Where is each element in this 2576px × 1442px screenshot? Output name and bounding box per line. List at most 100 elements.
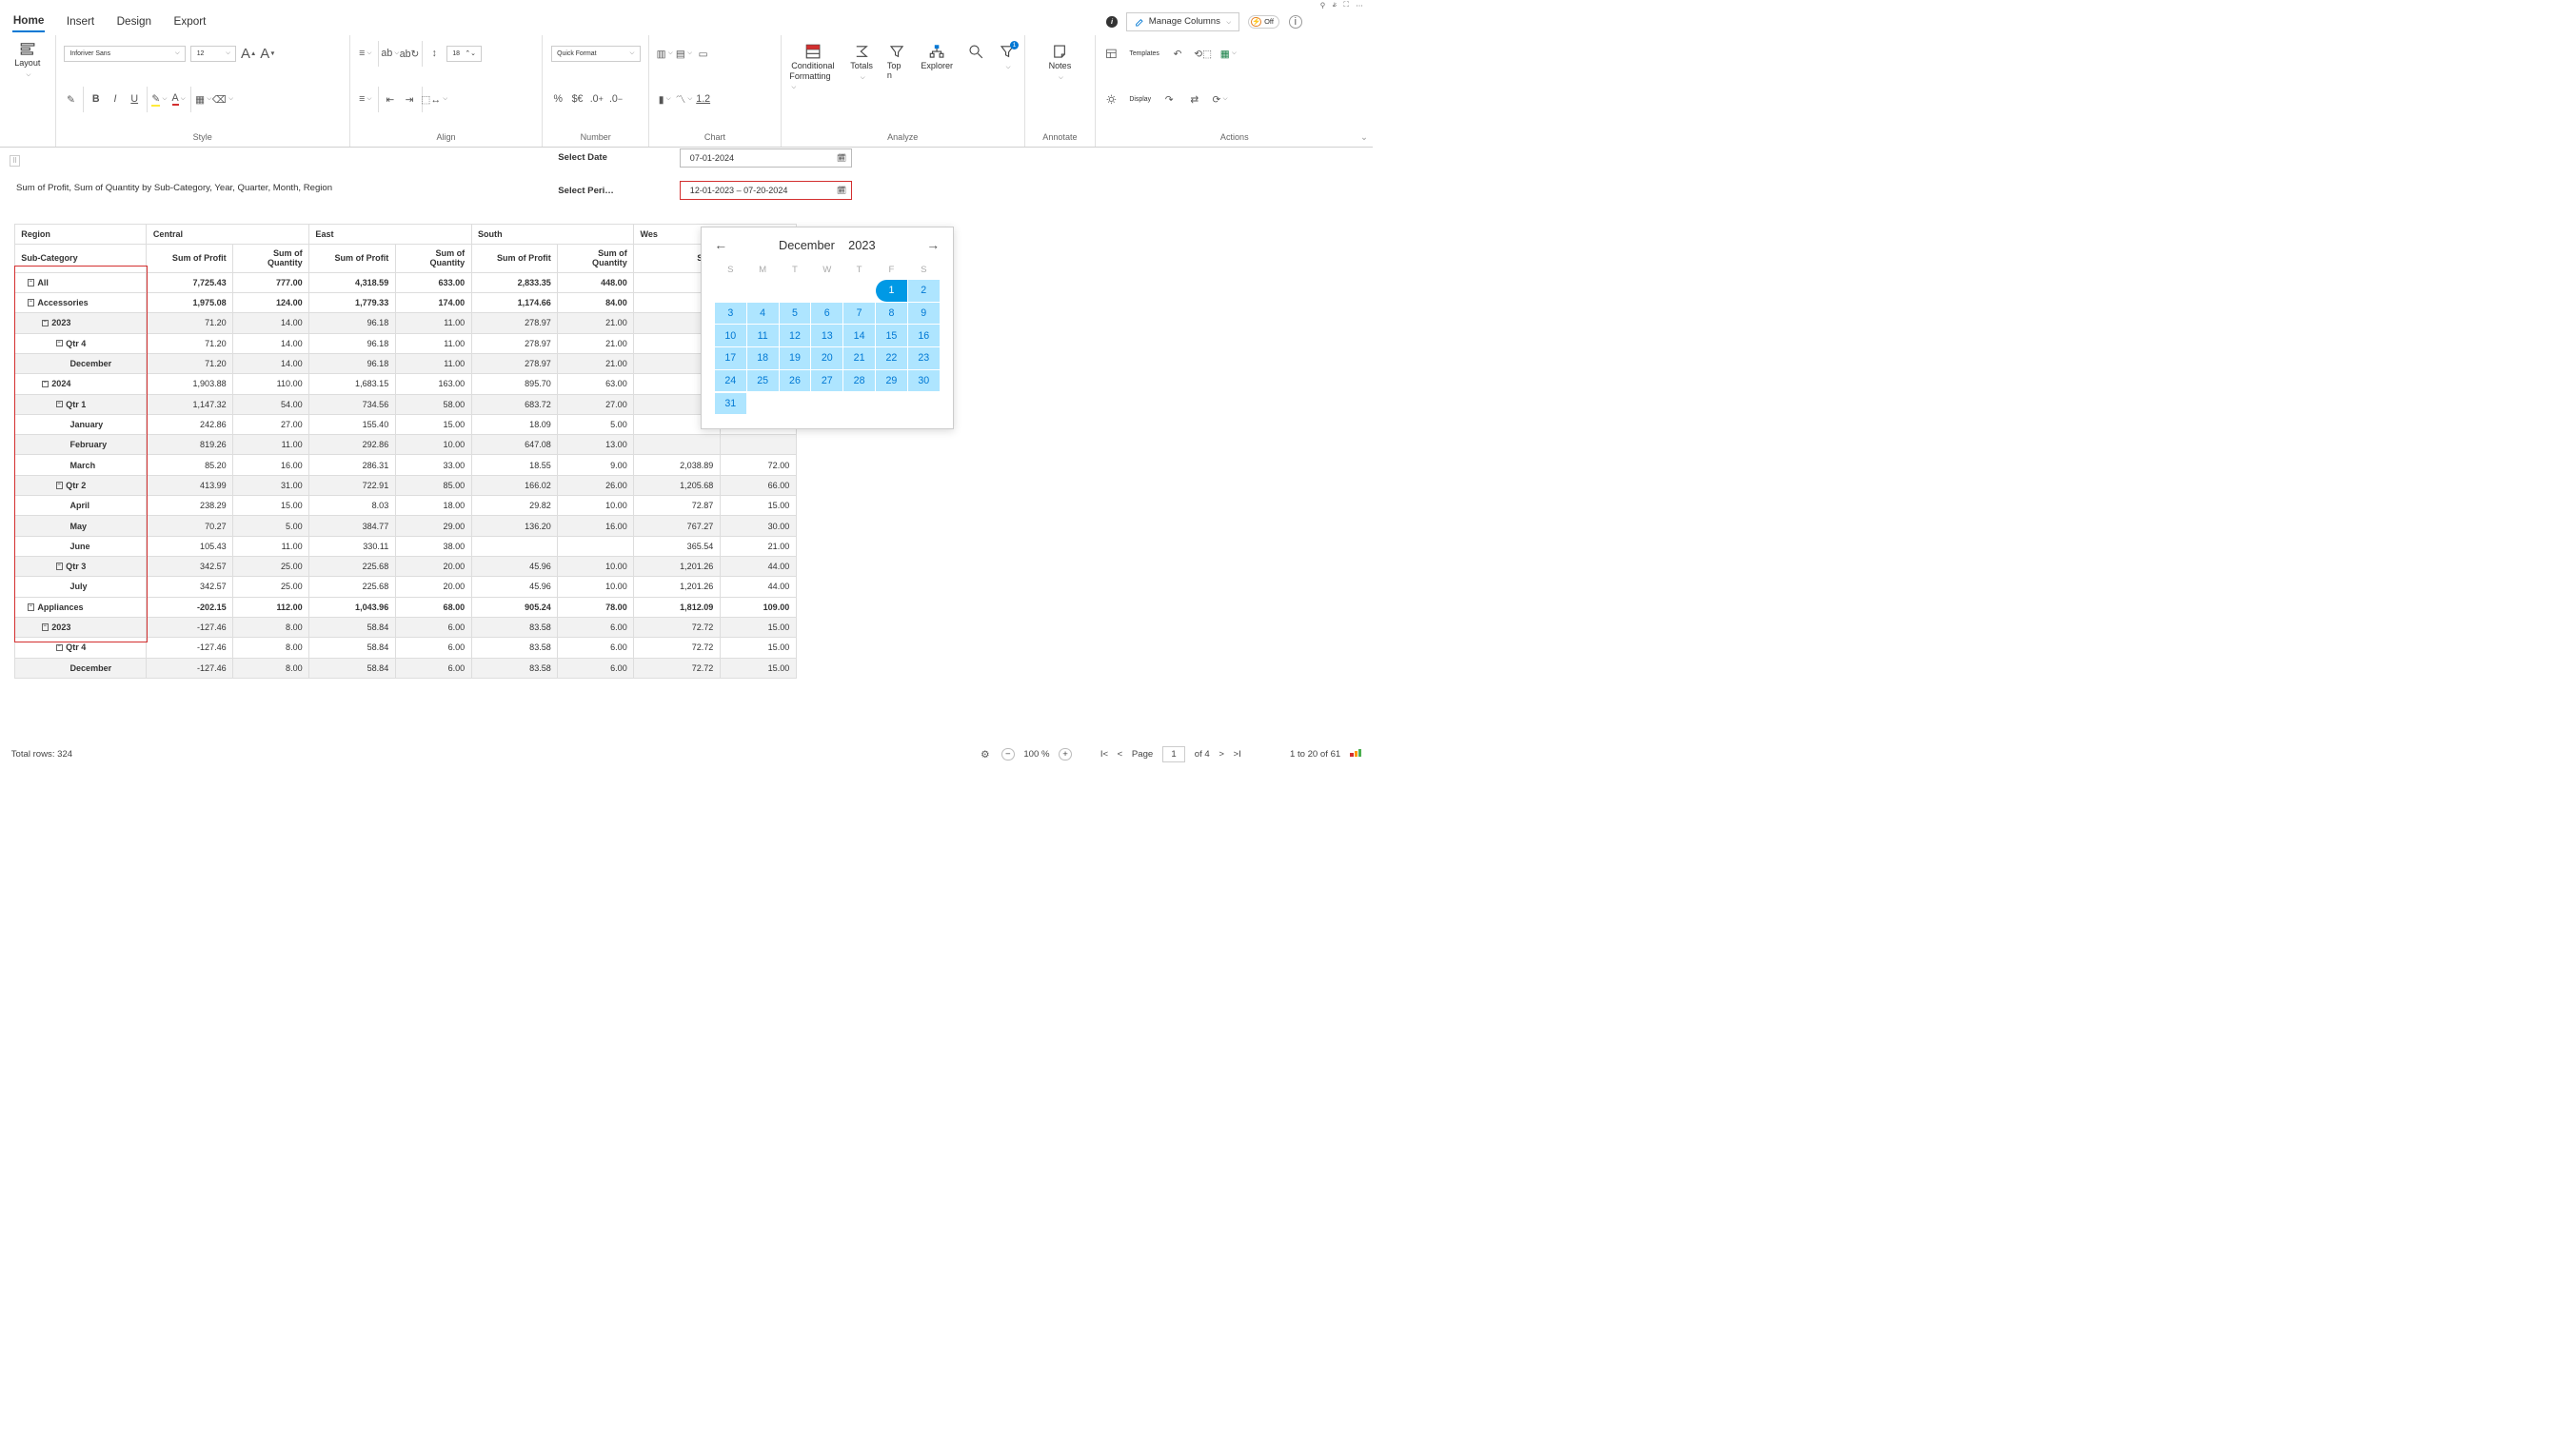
col-soq[interactable]: Sum of Quantity <box>558 245 634 273</box>
collapse-icon[interactable]: − <box>28 299 34 306</box>
table-row[interactable]: −Qtr 471.2014.0096.1811.00278.9721.00 <box>14 333 796 353</box>
collapse-icon[interactable]: − <box>56 340 63 346</box>
col-sop[interactable]: Sum of Profit <box>309 245 396 273</box>
pin-icon[interactable]: ⚲ <box>1320 1 1325 10</box>
wrap-text-button[interactable]: ab <box>383 47 397 61</box>
row-height-input[interactable]: 18⌃⌄ <box>446 46 482 61</box>
table-row[interactable]: February819.2611.00292.8610.00647.0813.0… <box>14 435 796 455</box>
outdent-button[interactable]: ⇤ <box>383 92 397 107</box>
page-input[interactable]: 1 <box>1162 746 1185 762</box>
zoom-out-button[interactable]: − <box>1001 748 1015 761</box>
underline-button[interactable]: U <box>128 92 142 107</box>
manage-columns-button[interactable]: Manage Columns <box>1126 12 1238 30</box>
chart-bar-icon[interactable]: ▥ <box>658 47 672 61</box>
calendar-day[interactable]: 27 <box>811 370 842 392</box>
indent-button[interactable]: ⇥ <box>403 92 417 107</box>
col-central[interactable]: Central <box>147 224 309 244</box>
col-south[interactable]: South <box>471 224 634 244</box>
collapse-icon[interactable]: − <box>28 279 34 286</box>
chart-bullet-icon[interactable]: ▭ <box>696 47 710 61</box>
last-page-button[interactable]: >I <box>1234 749 1241 760</box>
calendar-day[interactable]: 28 <box>843 370 875 392</box>
number-chart-icon[interactable]: 1.2 <box>696 92 710 107</box>
next-month-button[interactable]: → <box>926 237 940 252</box>
collapse-icon[interactable]: − <box>28 603 34 610</box>
swap-icon[interactable]: ⇄ <box>1187 92 1201 107</box>
collapse-icon[interactable]: − <box>56 401 63 407</box>
calendar-day[interactable]: 4 <box>747 303 779 325</box>
table-row[interactable]: April238.2915.008.0318.0029.8210.0072.87… <box>14 496 796 516</box>
templates-label[interactable]: Templates <box>1129 50 1159 57</box>
info-icon[interactable]: i <box>1106 16 1118 28</box>
table-row[interactable]: −Appliances-202.15112.001,043.9668.00905… <box>14 597 796 617</box>
calendar-day[interactable]: 12 <box>780 325 811 346</box>
fill-color-button[interactable]: ✎ <box>152 92 167 107</box>
calendar-day[interactable]: 7 <box>843 303 875 325</box>
calendar-day[interactable]: 21 <box>843 347 875 369</box>
calendar-day[interactable]: 16 <box>908 325 940 346</box>
tab-home[interactable]: Home <box>12 11 46 31</box>
calendar-day[interactable]: 11 <box>747 325 779 346</box>
help-icon[interactable]: i <box>1289 15 1302 29</box>
calendar-day[interactable]: 30 <box>908 370 940 392</box>
calendar-day[interactable]: 24 <box>715 370 746 392</box>
layout-button[interactable]: Layout <box>9 40 48 79</box>
table-row[interactable]: −Qtr 2413.9931.00722.9185.00166.0226.001… <box>14 475 796 495</box>
explorer-button[interactable]: Explorer <box>921 43 953 91</box>
templates-icon[interactable] <box>1104 47 1119 61</box>
border-button[interactable]: ▦ <box>196 92 210 107</box>
calendar-day[interactable]: 20 <box>811 347 842 369</box>
increase-decimal-button[interactable]: .0+ <box>589 92 604 107</box>
table-row[interactable]: January242.8627.00155.4015.0018.095.00 <box>14 414 796 434</box>
prev-month-button[interactable]: ← <box>714 237 727 252</box>
power-toggle[interactable]: ⚡ Off <box>1248 15 1279 30</box>
table-row[interactable]: −202371.2014.0096.1811.00278.9721.00 <box>14 313 796 333</box>
search-button[interactable] <box>967 43 984 91</box>
collapse-icon[interactable]: − <box>42 320 49 326</box>
calendar-day[interactable]: 13 <box>811 325 842 346</box>
chart-column-icon[interactable]: ▮ <box>658 92 672 107</box>
halign-button[interactable]: ≡ <box>358 92 372 107</box>
percent-button[interactable]: % <box>551 92 565 107</box>
table-row[interactable]: −Qtr 4-127.468.0058.846.0083.586.0072.72… <box>14 638 796 658</box>
col-east[interactable]: East <box>309 224 472 244</box>
calendar-day[interactable]: 10 <box>715 325 746 346</box>
col-region[interactable]: Region <box>14 224 147 244</box>
table-row[interactable]: May70.275.00384.7729.00136.2016.00767.27… <box>14 516 796 536</box>
chart-waterfall-icon[interactable]: ▤ <box>677 47 691 61</box>
calendar-grid[interactable]: SMTWTFS123456789101112131415161718192021… <box>714 261 940 415</box>
tab-design[interactable]: Design <box>116 12 153 30</box>
col-soq[interactable]: Sum of Quantity <box>233 245 309 273</box>
totals-button[interactable]: Totals <box>850 43 873 91</box>
first-page-button[interactable]: I< <box>1100 749 1108 760</box>
conditional-formatting-button[interactable]: ConditionalFormatting <box>789 43 836 91</box>
collapse-icon[interactable]: − <box>42 623 49 630</box>
data-table[interactable]: Region Central East South Wes Sub-Catego… <box>14 224 797 679</box>
refresh-icon[interactable]: ⟳ <box>1213 92 1227 107</box>
undo-icon[interactable]: ↶ <box>1171 47 1185 61</box>
prev-page-button[interactable]: < <box>1118 749 1123 760</box>
table-row[interactable]: −All7,725.43777.004,318.59633.002,833.35… <box>14 272 796 292</box>
collapse-icon[interactable]: − <box>56 563 63 569</box>
calendar-day[interactable]: 19 <box>780 347 811 369</box>
tab-insert[interactable]: Insert <box>66 12 95 30</box>
calendar-day[interactable]: 25 <box>747 370 779 392</box>
decrease-decimal-button[interactable]: .0− <box>609 92 624 107</box>
calendar-day[interactable]: 5 <box>780 303 811 325</box>
calendar-day[interactable]: 15 <box>876 325 907 346</box>
collapse-icon[interactable]: − <box>42 381 49 387</box>
table-row[interactable]: June105.4311.00330.1138.00365.5421.00 <box>14 536 796 556</box>
calendar-day[interactable]: 1 <box>876 280 907 302</box>
eraser-icon[interactable]: ⌫ <box>215 92 229 107</box>
calendar-day[interactable]: 29 <box>876 370 907 392</box>
more-icon[interactable]: ⋯ <box>1356 1 1362 10</box>
table-row[interactable]: −Qtr 11,147.3254.00734.5658.00683.7227.0… <box>14 394 796 414</box>
merge-icon[interactable]: ⬚↔ <box>427 92 442 107</box>
format-painter-icon[interactable]: ✎ <box>64 92 78 107</box>
next-page-button[interactable]: > <box>1219 749 1224 760</box>
tab-export[interactable]: Export <box>172 12 207 30</box>
select-date-input[interactable]: 07-01-2024🗓 <box>680 148 852 168</box>
clear-icon[interactable]: ⟲⬚ <box>1196 47 1210 61</box>
col-sop[interactable]: Sum of Profit <box>147 245 233 273</box>
topn-button[interactable]: Top n <box>887 43 907 91</box>
